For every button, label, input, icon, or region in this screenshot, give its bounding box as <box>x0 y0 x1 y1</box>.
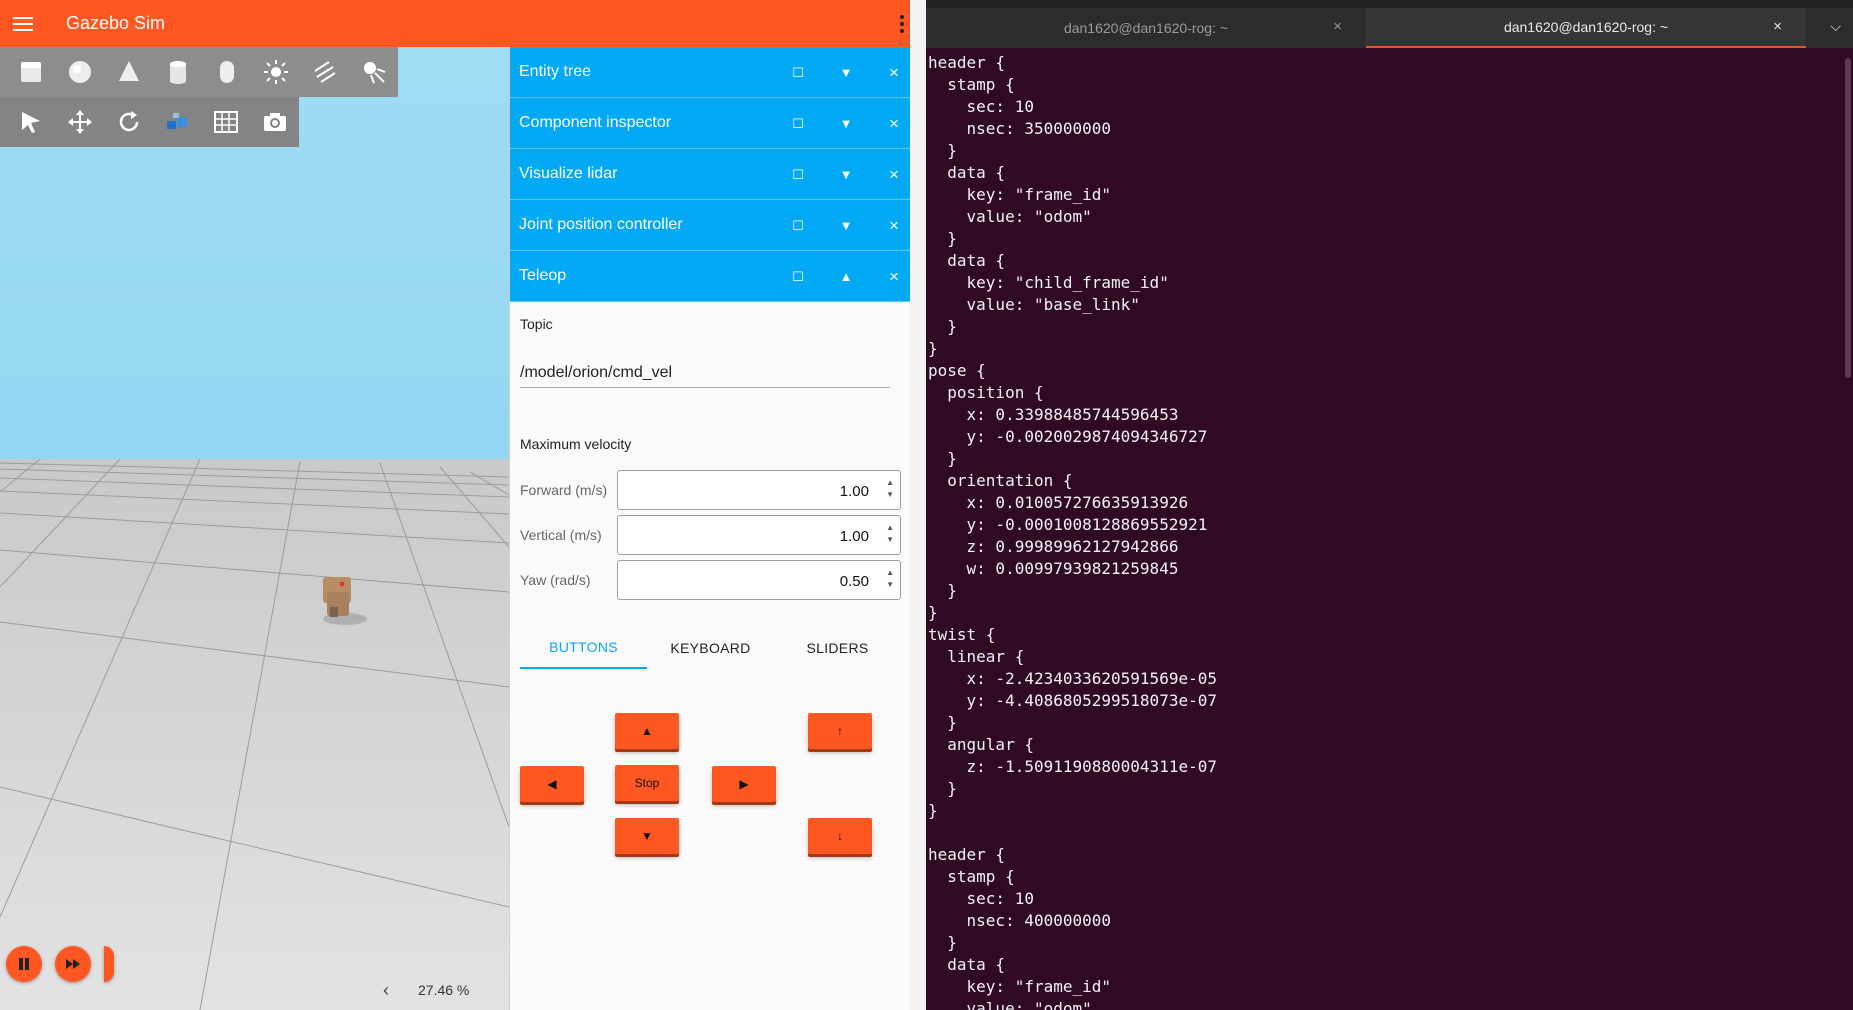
chevron-down-icon[interactable]: ⌵ <box>1830 18 1841 35</box>
left-button[interactable]: ◀ <box>520 766 584 802</box>
more-options-icon[interactable] <box>894 0 910 47</box>
grid-icon[interactable] <box>202 97 251 147</box>
collapse-icon[interactable]: ▼ <box>831 149 861 200</box>
terminal-text: ~~~~~~~~~~~~~~~~~~~~~~~~~~~~~~~~~~~~~~~~… <box>928 48 1419 1010</box>
window-divider <box>910 0 926 1010</box>
forward-spinbox[interactable]: ▲▼ <box>617 470 901 510</box>
right-button[interactable]: ▶ <box>712 766 776 802</box>
maximize-icon[interactable]: ☐ <box>783 98 813 149</box>
close-icon[interactable]: × <box>1333 18 1342 35</box>
pause-icon[interactable] <box>6 946 42 982</box>
up-button[interactable]: ↑ <box>808 713 872 749</box>
vertical-label: Vertical (m/s) <box>520 527 602 543</box>
close-icon[interactable]: × <box>879 47 909 98</box>
translate-icon[interactable] <box>56 97 105 147</box>
scene-3d-view[interactable] <box>0 47 509 1010</box>
expand-icon[interactable]: ▲ <box>831 251 861 302</box>
vertical-value[interactable] <box>624 524 869 548</box>
cylinder-icon[interactable] <box>154 47 203 97</box>
panel-title: Joint position controller <box>519 216 683 233</box>
close-icon[interactable]: × <box>879 251 909 302</box>
panel-title: Entity tree <box>519 63 592 80</box>
terminal-window: dan1620@dan1620-rog: ~ × dan1620@dan1620… <box>926 0 1853 1010</box>
tab-buttons[interactable]: BUTTONS <box>520 627 647 669</box>
panel-visualize-lidar[interactable]: Visualize lidar ☐ ▼ × <box>510 149 910 200</box>
transform-toolbar <box>0 97 299 147</box>
terminal-tab-bar: dan1620@dan1620-rog: ~ × dan1620@dan1620… <box>926 0 1853 48</box>
directional-light-icon[interactable] <box>300 47 349 97</box>
plugin-dock: Entity tree ☐ ▼ × Component inspector ☐ … <box>509 47 910 1010</box>
down-button[interactable]: ↓ <box>808 818 872 854</box>
close-icon[interactable]: × <box>879 98 909 149</box>
maximize-icon[interactable]: ☐ <box>783 47 813 98</box>
spin-arrows-icon[interactable]: ▲ ▼ <box>886 477 894 501</box>
maximize-icon[interactable]: ☐ <box>783 251 813 302</box>
scrollbar[interactable] <box>1845 58 1851 378</box>
rotate-icon[interactable] <box>104 97 153 147</box>
tab-label: dan1620@dan1620-rog: ~ <box>1063 20 1229 36</box>
yaw-value[interactable] <box>624 569 869 593</box>
panel-entity-tree[interactable]: Entity tree ☐ ▼ × <box>510 47 910 98</box>
spin-arrows-icon[interactable]: ▲ ▼ <box>886 567 894 591</box>
hamburger-menu-icon[interactable] <box>0 0 46 47</box>
maximize-icon[interactable]: ☐ <box>783 200 813 251</box>
topic-input[interactable] <box>520 358 890 388</box>
teleop-body: Topic Maximum velocity Forward (m/s) ▲▼ … <box>510 302 910 960</box>
cone-icon[interactable] <box>105 47 154 97</box>
playback-controls <box>6 946 114 982</box>
align-icon[interactable] <box>153 97 202 147</box>
terminal-output[interactable]: ~~~~~~~~~~~~~~~~~~~~~~~~~~~~~~~~~~~~~~~~… <box>926 48 1853 1010</box>
yaw-velocity-row: Yaw (rad/s) ▲▼ <box>520 560 901 600</box>
top-bar <box>926 0 1853 8</box>
capsule-icon[interactable] <box>203 47 252 97</box>
panel-joint-position-controller[interactable]: Joint position controller ☐ ▼ × <box>510 200 910 251</box>
yaw-label: Yaw (rad/s) <box>520 572 591 588</box>
select-icon[interactable] <box>7 97 56 147</box>
topic-label: Topic <box>520 316 553 332</box>
sun-light-icon[interactable] <box>251 47 300 97</box>
stop-button[interactable]: Stop <box>615 765 679 801</box>
panel-title: Visualize lidar <box>519 165 618 182</box>
forward-value[interactable] <box>624 479 869 503</box>
collapse-icon[interactable]: ▼ <box>831 47 861 98</box>
tab-keyboard[interactable]: KEYBOARD <box>647 627 774 669</box>
panel-title: Component inspector <box>519 114 672 131</box>
step-forward-icon[interactable] <box>55 946 91 982</box>
app-title: Gazebo Sim <box>66 13 166 33</box>
screenshot-icon[interactable] <box>250 97 299 147</box>
teleop-tabs: BUTTONS KEYBOARD SLIDERS <box>520 627 901 669</box>
spot-light-icon[interactable] <box>349 47 398 97</box>
title-bar: Gazebo Sim <box>0 0 910 47</box>
close-icon[interactable]: × <box>879 200 909 251</box>
panel-component-inspector[interactable]: Component inspector ☐ ▼ × <box>510 98 910 149</box>
backward-button[interactable]: ▼ <box>615 818 679 854</box>
panel-teleop[interactable]: Teleop ☐ ▲ × <box>510 251 910 302</box>
yaw-spinbox[interactable]: ▲▼ <box>617 560 901 600</box>
vertical-spinbox[interactable]: ▲▼ <box>617 515 901 555</box>
forward-velocity-row: Forward (m/s) ▲▼ <box>520 470 901 510</box>
terminal-tab-2[interactable]: dan1620@dan1620-rog: ~ × <box>1366 8 1806 48</box>
box-icon[interactable] <box>7 47 56 97</box>
forward-button[interactable]: ▲ <box>615 713 679 749</box>
close-icon[interactable]: × <box>1773 18 1782 35</box>
sphere-icon[interactable] <box>56 47 105 97</box>
close-icon[interactable]: × <box>879 149 909 200</box>
gazebo-window: Gazebo Sim ‹ 27.46 % Entity tree ☐ ▼ × C… <box>0 0 910 1010</box>
rtf-value: 27.46 % <box>418 982 470 998</box>
max-velocity-label: Maximum velocity <box>520 436 632 452</box>
chevron-left-icon[interactable]: ‹ <box>383 980 389 1001</box>
tab-label: dan1620@dan1620-rog: ~ <box>1503 19 1669 35</box>
spin-arrows-icon[interactable]: ▲ ▼ <box>886 522 894 546</box>
panel-title: Teleop <box>519 267 567 284</box>
tab-sliders[interactable]: SLIDERS <box>774 627 901 669</box>
forward-label: Forward (m/s) <box>520 482 608 498</box>
multi-step-icon[interactable] <box>104 946 114 982</box>
collapse-icon[interactable]: ▼ <box>831 98 861 149</box>
collapse-icon[interactable]: ▼ <box>831 200 861 251</box>
terminal-tab-1[interactable]: dan1620@dan1620-rog: ~ × <box>926 8 1366 48</box>
vertical-velocity-row: Vertical (m/s) ▲▼ <box>520 515 901 555</box>
shapes-toolbar <box>0 47 398 97</box>
maximize-icon[interactable]: ☐ <box>783 149 813 200</box>
